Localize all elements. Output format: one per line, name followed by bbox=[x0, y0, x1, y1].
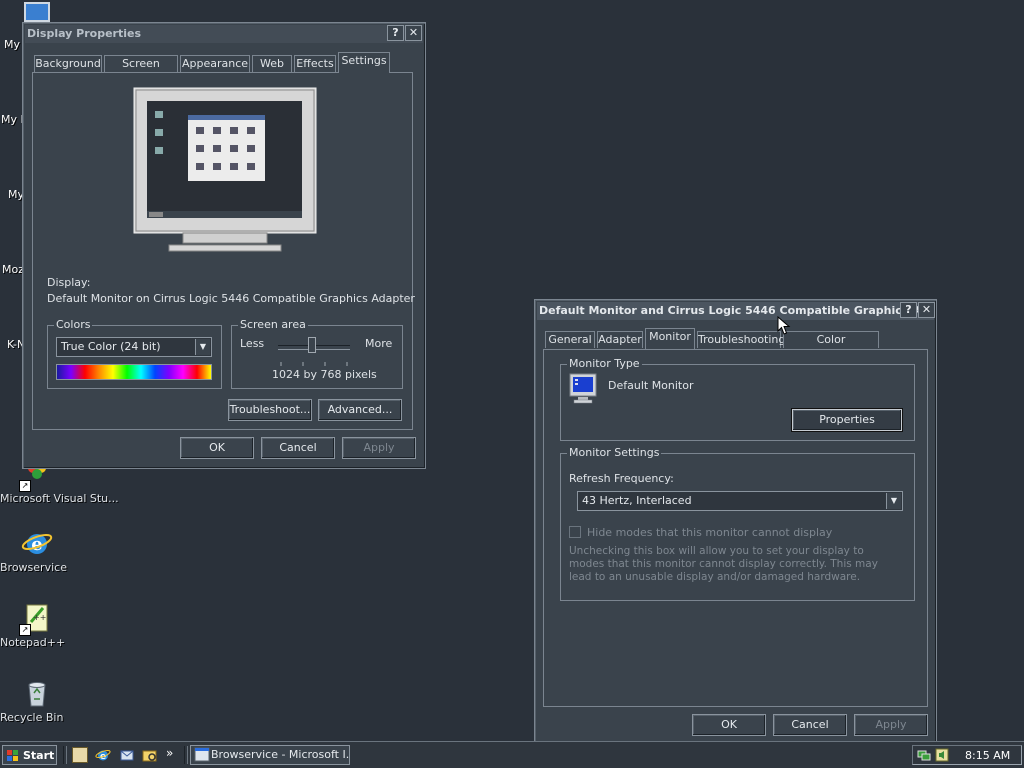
network-tray-icon[interactable] bbox=[917, 748, 931, 762]
volume-tray-icon[interactable] bbox=[935, 748, 949, 762]
taskbar-item-browservice[interactable]: Browservice - Microsoft I... bbox=[190, 745, 350, 765]
close-button[interactable]: ✕ bbox=[918, 302, 935, 318]
troubleshoot-button[interactable]: Troubleshoot... bbox=[228, 399, 312, 421]
taskbar: Start e » Browservice - Microsoft I... 8… bbox=[0, 741, 1024, 768]
window-title: Display Properties bbox=[27, 27, 142, 40]
ok-button[interactable]: OK bbox=[692, 714, 766, 736]
tab-monitor[interactable]: Monitor bbox=[645, 328, 695, 349]
start-label: Start bbox=[23, 749, 55, 762]
quick-launch-separator bbox=[63, 746, 67, 764]
advanced-button[interactable]: Advanced... bbox=[318, 399, 402, 421]
internet-explorer-icon bbox=[194, 747, 210, 763]
monitor-name: Default Monitor bbox=[608, 379, 694, 392]
recycle-bin-icon bbox=[21, 677, 53, 709]
display-properties-titlebar[interactable]: Display Properties bbox=[25, 25, 423, 43]
show-desktop-icon[interactable] bbox=[72, 747, 88, 763]
tab-background[interactable]: Background bbox=[34, 55, 102, 72]
chevron-down-icon[interactable]: ▼ bbox=[886, 493, 901, 509]
monitor-preview bbox=[133, 87, 317, 257]
shortcut-arrow-icon: ↗ bbox=[19, 480, 31, 492]
tab-color-management[interactable]: Color Management bbox=[783, 331, 879, 362]
outlook-express-icon[interactable] bbox=[119, 747, 135, 763]
tab-adapter[interactable]: Adapter bbox=[597, 331, 643, 348]
colors-select-value: True Color (24 bit) bbox=[61, 340, 161, 353]
hide-modes-checkbox[interactable] bbox=[569, 526, 581, 538]
tab-general[interactable]: General bbox=[545, 331, 595, 348]
monitor-type-group: Monitor Type Default Monitor Properties bbox=[560, 357, 915, 441]
windows-explorer-icon[interactable] bbox=[142, 747, 158, 763]
desktop-icon-browservice[interactable]: e Browservice bbox=[0, 527, 74, 574]
resolution-slider-thumb[interactable] bbox=[308, 337, 316, 353]
monitor-panel: Monitor Type Default Monitor Properties … bbox=[543, 349, 928, 707]
hide-modes-label: Hide modes that this monitor cannot disp… bbox=[587, 526, 833, 539]
tab-troubleshooting[interactable]: Troubleshooting bbox=[697, 331, 785, 348]
desktop-icon-label: Browservice bbox=[0, 561, 67, 574]
internet-explorer-quicklaunch-icon[interactable]: e bbox=[95, 747, 111, 763]
cancel-button[interactable]: Cancel bbox=[261, 437, 335, 459]
display-properties-window: Display Properties ? ✕ Background Screen… bbox=[22, 22, 426, 469]
colors-select[interactable]: True Color (24 bit) ▼ bbox=[56, 337, 212, 357]
tab-strip: General Adapter Monitor Troubleshooting … bbox=[544, 328, 929, 362]
monitor-icon bbox=[569, 373, 597, 405]
svg-text:++: ++ bbox=[33, 613, 46, 622]
display-value: Default Monitor on Cirrus Logic 5446 Com… bbox=[47, 292, 415, 305]
tab-appearance[interactable]: Appearance bbox=[180, 55, 250, 72]
internet-explorer-icon: e bbox=[21, 527, 53, 559]
monitor-properties-button[interactable]: Properties bbox=[792, 409, 902, 431]
monitor-type-group-title: Monitor Type bbox=[567, 357, 642, 371]
tab-settings[interactable]: Settings bbox=[338, 52, 390, 73]
start-button[interactable]: Start bbox=[2, 745, 57, 765]
desktop-icon-notepadpp[interactable]: ++ ↗ Notepad++ bbox=[0, 602, 74, 649]
desktop-partial-label-1[interactable]: My bbox=[4, 38, 20, 51]
desktop-icon-recycle-bin[interactable]: Recycle Bin bbox=[0, 677, 74, 724]
shortcut-arrow-icon: ↗ bbox=[19, 624, 31, 636]
quick-launch-more[interactable]: » bbox=[166, 746, 173, 760]
notepad-plus-plus-icon: ++ ↗ bbox=[19, 602, 53, 636]
apply-button[interactable]: Apply bbox=[854, 714, 928, 736]
hide-modes-info: Unchecking this box will allow you to se… bbox=[569, 545, 878, 583]
tab-effects[interactable]: Effects bbox=[294, 55, 336, 72]
mouse-cursor-icon bbox=[777, 315, 791, 336]
help-button[interactable]: ? bbox=[387, 25, 404, 41]
desktop-partial-label-4[interactable]: Moz bbox=[2, 263, 24, 276]
more-label: More bbox=[365, 337, 393, 350]
colors-group: Colors True Color (24 bit) ▼ bbox=[47, 318, 222, 389]
slider-ticks bbox=[280, 356, 348, 366]
system-tray: 8:15 AM bbox=[912, 745, 1022, 765]
colors-group-title: Colors bbox=[54, 318, 93, 332]
apply-button[interactable]: Apply bbox=[342, 437, 416, 459]
cancel-button[interactable]: Cancel bbox=[773, 714, 847, 736]
task-label: Browservice - Microsoft I... bbox=[211, 748, 350, 761]
chevron-down-icon[interactable]: ▼ bbox=[195, 339, 210, 355]
desktop-icon-label: Recycle Bin bbox=[0, 711, 64, 724]
ok-button[interactable]: OK bbox=[180, 437, 254, 459]
taskbar-separator bbox=[184, 746, 188, 764]
windows-logo-icon bbox=[7, 749, 19, 761]
refresh-frequency-select[interactable]: 43 Hertz, Interlaced ▼ bbox=[577, 491, 903, 511]
monitor-settings-group-title: Monitor Settings bbox=[567, 446, 662, 460]
clock[interactable]: 8:15 AM bbox=[965, 749, 1010, 762]
monitor-settings-group: Monitor Settings Refresh Frequency: 43 H… bbox=[560, 446, 915, 601]
monitor-properties-titlebar[interactable]: Default Monitor and Cirrus Logic 5446 Co… bbox=[537, 302, 934, 320]
window-title: Default Monitor and Cirrus Logic 5446 Co… bbox=[539, 304, 934, 317]
tab-strip: Background Screen Saver Appearance Web E… bbox=[33, 52, 413, 86]
less-label: Less bbox=[240, 337, 265, 350]
refresh-frequency-label: Refresh Frequency: bbox=[569, 472, 674, 485]
refresh-frequency-value: 43 Hertz, Interlaced bbox=[582, 494, 692, 507]
settings-panel: Display: Default Monitor on Cirrus Logic… bbox=[32, 72, 415, 430]
color-spectrum-bar bbox=[56, 364, 212, 380]
screen-area-group: Screen area Less More 1024 by 768 pixels bbox=[231, 318, 403, 389]
my-computer-icon[interactable] bbox=[24, 2, 50, 22]
tab-web[interactable]: Web bbox=[252, 55, 292, 72]
desktop-icon-label: Microsoft Visual Stu... bbox=[0, 492, 119, 505]
resolution-value: 1024 by 768 pixels bbox=[272, 368, 377, 381]
display-label: Display: bbox=[47, 276, 91, 289]
monitor-properties-window: Default Monitor and Cirrus Logic 5446 Co… bbox=[534, 299, 937, 743]
help-button[interactable]: ? bbox=[900, 302, 917, 318]
tab-screen-saver[interactable]: Screen Saver bbox=[104, 55, 178, 86]
close-button[interactable]: ✕ bbox=[405, 25, 422, 41]
screen-area-group-title: Screen area bbox=[238, 318, 308, 332]
desktop-icon-label: Notepad++ bbox=[0, 636, 66, 649]
